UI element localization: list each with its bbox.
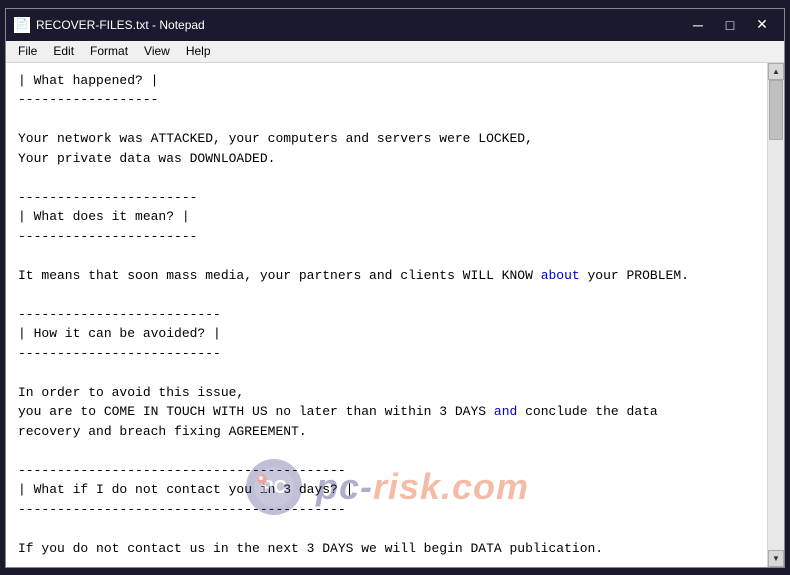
text-editor[interactable]: | What happened? | ------------------ Yo… (6, 63, 767, 567)
window-controls: ─ □ ✕ (684, 15, 776, 35)
content-area: | What happened? | ------------------ Yo… (6, 63, 784, 567)
maximize-button[interactable]: □ (716, 15, 744, 35)
app-icon: 📄 (14, 17, 30, 33)
minimize-button[interactable]: ─ (684, 15, 712, 35)
scroll-down-button[interactable]: ▼ (768, 550, 784, 567)
scroll-up-button[interactable]: ▲ (768, 63, 784, 80)
menu-view[interactable]: View (136, 42, 178, 60)
scrollbar[interactable]: ▲ ▼ (767, 63, 784, 567)
menu-help[interactable]: Help (178, 42, 219, 60)
menu-bar: File Edit Format View Help (6, 41, 784, 63)
notepad-window: 📄 RECOVER-FILES.txt - Notepad ─ □ ✕ File… (5, 8, 785, 568)
scroll-track[interactable] (768, 80, 784, 550)
menu-format[interactable]: Format (82, 42, 136, 60)
title-bar-left: 📄 RECOVER-FILES.txt - Notepad (14, 17, 205, 33)
menu-edit[interactable]: Edit (45, 42, 82, 60)
title-bar: 📄 RECOVER-FILES.txt - Notepad ─ □ ✕ (6, 9, 784, 41)
menu-file[interactable]: File (10, 42, 45, 60)
window-title: RECOVER-FILES.txt - Notepad (36, 18, 205, 32)
close-button[interactable]: ✕ (748, 15, 776, 35)
scroll-thumb[interactable] (769, 80, 783, 140)
